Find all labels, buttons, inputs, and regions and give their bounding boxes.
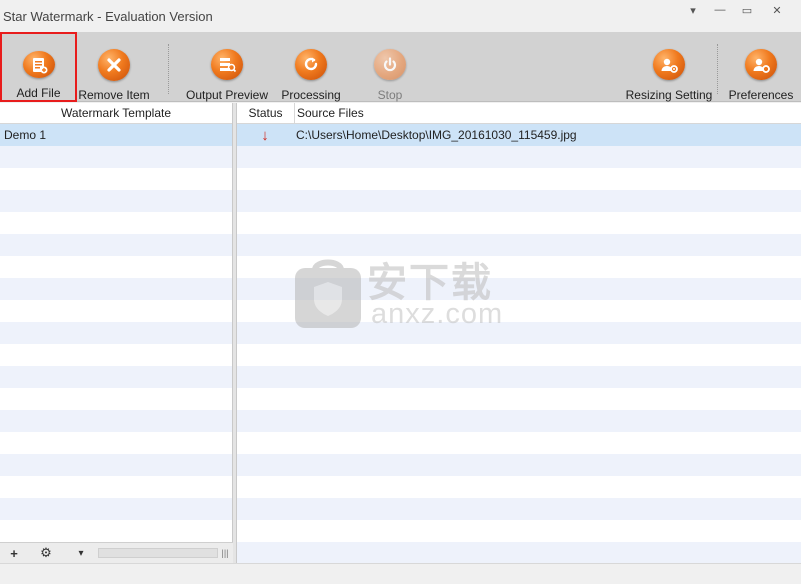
empty-row	[237, 388, 801, 410]
empty-row	[237, 344, 801, 366]
empty-row	[0, 432, 232, 454]
toolbar-separator	[717, 44, 718, 94]
empty-row	[0, 498, 232, 520]
maximize-icon[interactable]: ▭	[735, 2, 759, 18]
empty-row	[0, 388, 232, 410]
status-bar	[0, 563, 801, 584]
close-icon[interactable]: ✕	[765, 2, 789, 18]
template-list: Demo 1	[0, 124, 232, 520]
empty-row	[237, 212, 801, 234]
watermark-template-header[interactable]: Watermark Template	[0, 103, 232, 124]
resizing-setting-icon	[653, 49, 685, 80]
source-file-path: C:\Users\Home\Desktop\IMG_20161030_11545…	[296, 128, 577, 142]
empty-row	[0, 454, 232, 476]
processing-button[interactable]: Processing	[280, 32, 342, 102]
template-panel-footer: + ⚙ ▾ |||	[0, 542, 233, 563]
source-files-table: ↓ C:\Users\Home\Desktop\IMG_20161030_115…	[237, 124, 801, 564]
add-file-label: Add File	[16, 86, 61, 100]
status-column-header[interactable]: Status	[237, 103, 295, 124]
stop-icon	[374, 49, 406, 80]
empty-row	[237, 366, 801, 388]
watermark-template-panel: Watermark Template Demo 1	[0, 103, 233, 563]
gear-icon[interactable]: ⚙	[36, 545, 56, 561]
output-preview-button[interactable]: Output Preview	[186, 32, 268, 102]
empty-row	[237, 300, 801, 322]
title-bar: Star Watermark - Evaluation Version ▾ — …	[0, 0, 801, 32]
empty-row	[237, 278, 801, 300]
window-menu-chevron-icon[interactable]: ▾	[681, 2, 705, 18]
empty-row	[237, 520, 801, 542]
output-preview-icon	[211, 49, 243, 80]
resizing-setting-button[interactable]: Resizing Setting	[625, 32, 713, 102]
source-files-panel: Status Source Files ↓ C:\Users\Home\Desk…	[236, 103, 801, 564]
processing-icon	[295, 49, 327, 80]
source-files-column-header[interactable]: Source Files	[295, 103, 801, 124]
empty-row	[0, 366, 232, 388]
processing-label: Processing	[281, 88, 341, 102]
empty-row	[0, 234, 232, 256]
empty-row	[237, 234, 801, 256]
remove-item-button[interactable]: Remove Item	[78, 32, 150, 102]
empty-row	[0, 322, 232, 344]
empty-row	[237, 432, 801, 454]
preferences-label: Preferences	[728, 88, 794, 102]
table-row[interactable]: ↓ C:\Users\Home\Desktop\IMG_20161030_115…	[237, 124, 801, 146]
empty-row	[237, 410, 801, 432]
empty-row	[0, 190, 232, 212]
horizontal-scrollbar[interactable]	[98, 548, 218, 558]
preferences-icon	[745, 49, 777, 80]
empty-row	[0, 278, 232, 300]
template-name: Demo 1	[4, 128, 47, 142]
empty-row	[0, 300, 232, 322]
preferences-button[interactable]: Preferences	[726, 32, 796, 102]
empty-row	[237, 322, 801, 344]
empty-row	[0, 410, 232, 432]
resizing-setting-label: Resizing Setting	[625, 88, 713, 102]
empty-row	[237, 190, 801, 212]
empty-row	[0, 256, 232, 278]
empty-row	[237, 168, 801, 190]
empty-row	[237, 498, 801, 520]
empty-row	[0, 344, 232, 366]
add-file-icon	[22, 51, 55, 78]
empty-row	[0, 146, 232, 168]
pending-down-arrow-icon: ↓	[261, 126, 269, 144]
chevron-down-icon[interactable]: ▾	[74, 545, 88, 561]
output-preview-label: Output Preview	[185, 88, 269, 102]
empty-row	[0, 168, 232, 190]
window-title: Star Watermark - Evaluation Version	[3, 9, 213, 24]
add-template-button[interactable]: +	[6, 545, 22, 561]
toolbar-separator	[168, 44, 169, 94]
empty-row	[237, 146, 801, 168]
add-file-button[interactable]: Add File	[0, 32, 77, 102]
toolbar: Add File Remove Item Output Preview Proc…	[0, 32, 801, 102]
empty-row	[0, 476, 232, 498]
stop-button[interactable]: Stop	[362, 32, 418, 102]
empty-row	[237, 542, 801, 564]
empty-row	[237, 476, 801, 498]
template-list-item[interactable]: Demo 1	[0, 124, 232, 146]
empty-row	[237, 454, 801, 476]
stop-label: Stop	[377, 88, 403, 102]
resize-grip-icon[interactable]: |||	[218, 545, 232, 561]
remove-item-label: Remove Item	[78, 88, 150, 102]
empty-row	[237, 256, 801, 278]
minimize-icon[interactable]: —	[708, 2, 732, 18]
remove-item-icon	[98, 49, 130, 81]
empty-row	[0, 212, 232, 234]
